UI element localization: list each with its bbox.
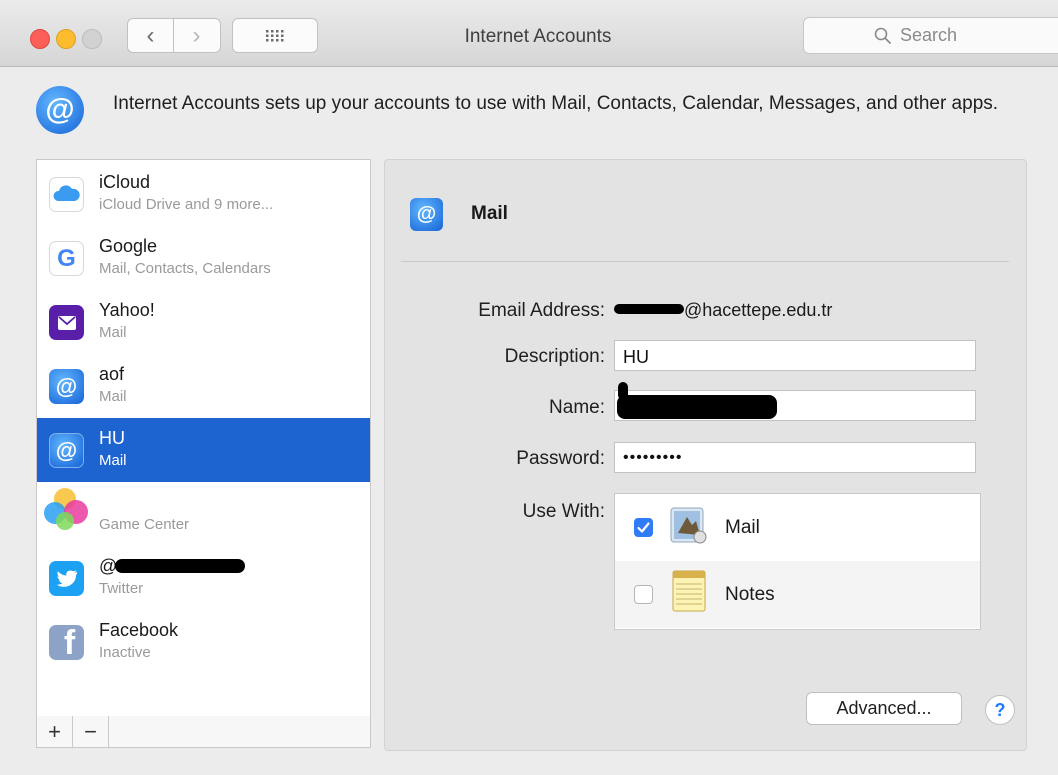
back-button[interactable]: ‹ bbox=[128, 19, 174, 52]
detail-title: Mail bbox=[471, 203, 508, 224]
grid-icon bbox=[266, 29, 284, 41]
advanced-button[interactable]: Advanced... bbox=[806, 692, 962, 725]
account-name: Yahoo! bbox=[99, 300, 155, 320]
at-mail-icon: @ bbox=[410, 198, 443, 231]
search-field[interactable]: Search bbox=[803, 17, 1058, 54]
search-placeholder: Search bbox=[900, 25, 958, 45]
account-item-twitter[interactable]: @ Twitter bbox=[37, 546, 370, 610]
email-address-label: Email Address: bbox=[478, 300, 605, 321]
internet-accounts-icon: @ bbox=[36, 86, 84, 134]
account-subtitle: Game Center bbox=[99, 516, 190, 533]
divider bbox=[401, 261, 1009, 262]
name-label: Name: bbox=[549, 397, 605, 418]
search-icon bbox=[874, 27, 891, 44]
close-window-button[interactable] bbox=[30, 29, 50, 49]
help-button[interactable]: ? bbox=[985, 695, 1015, 725]
account-name: aof bbox=[99, 364, 125, 384]
forward-button[interactable]: › bbox=[174, 19, 219, 52]
use-with-row-mail[interactable]: Mail bbox=[615, 494, 980, 561]
chevron-right-icon: › bbox=[192, 21, 201, 49]
show-all-button[interactable] bbox=[232, 18, 318, 53]
account-subtitle: Inactive bbox=[99, 644, 151, 661]
chevron-left-icon: ‹ bbox=[146, 21, 155, 49]
zoom-window-button[interactable] bbox=[82, 29, 102, 49]
mail-checkbox[interactable] bbox=[634, 518, 653, 537]
google-icon: G bbox=[49, 241, 84, 276]
notes-app-icon bbox=[672, 570, 706, 612]
twitter-icon bbox=[49, 561, 84, 596]
account-name: iCloud bbox=[99, 172, 151, 192]
list-actions-bar: + − bbox=[36, 716, 371, 748]
account-subtitle: Mail bbox=[99, 452, 127, 469]
password-label: Password: bbox=[516, 448, 605, 469]
account-item-aof[interactable]: @ aof Mail bbox=[37, 354, 370, 418]
notes-app-label: Notes bbox=[725, 584, 775, 605]
use-with-row-notes[interactable]: Notes bbox=[615, 561, 980, 628]
accounts-list: iCloud iCloud Drive and 9 more... G Goog… bbox=[36, 159, 371, 718]
account-subtitle: Mail bbox=[99, 324, 127, 341]
add-account-button[interactable]: + bbox=[37, 716, 73, 747]
at-mail-icon: @ bbox=[49, 433, 84, 468]
description-label: Description: bbox=[504, 346, 605, 367]
account-subtitle: Mail, Contacts, Calendars bbox=[99, 260, 271, 277]
account-item-google[interactable]: G Google Mail, Contacts, Calendars bbox=[37, 226, 370, 290]
account-item-game-center[interactable]: Game Center bbox=[37, 482, 370, 546]
account-item-icloud[interactable]: iCloud iCloud Drive and 9 more... bbox=[37, 162, 370, 226]
account-subtitle: Mail bbox=[99, 388, 127, 405]
yahoo-mail-icon bbox=[49, 305, 84, 340]
checkmark-icon bbox=[637, 522, 650, 533]
remove-account-button[interactable]: − bbox=[73, 716, 109, 747]
navigation-buttons: ‹ › bbox=[127, 18, 221, 53]
header-description: Internet Accounts sets up your accounts … bbox=[113, 93, 999, 114]
at-mail-icon: @ bbox=[49, 369, 84, 404]
account-name: Google bbox=[99, 236, 158, 256]
minimize-window-button[interactable] bbox=[56, 29, 76, 49]
use-with-label: Use With: bbox=[522, 501, 605, 522]
mail-app-label: Mail bbox=[725, 517, 760, 538]
facebook-icon: f bbox=[49, 625, 84, 660]
account-item-yahoo[interactable]: Yahoo! Mail bbox=[37, 290, 370, 354]
icloud-icon bbox=[49, 177, 84, 212]
password-field[interactable]: ••••••••• bbox=[614, 442, 976, 473]
account-detail-pane: @ Mail Email Address: @hacettepe.edu.tr … bbox=[384, 159, 1027, 751]
redacted-name bbox=[617, 395, 777, 419]
game-center-icon bbox=[44, 488, 90, 534]
window-title: Internet Accounts bbox=[464, 26, 612, 47]
redacted-username bbox=[614, 304, 684, 314]
description-field[interactable]: HU bbox=[614, 340, 976, 371]
account-item-facebook[interactable]: f Facebook Inactive bbox=[37, 610, 370, 674]
account-subtitle: iCloud Drive and 9 more... bbox=[99, 196, 274, 213]
redacted-handle bbox=[115, 559, 245, 573]
account-item-hu[interactable]: @ HU Mail bbox=[37, 418, 370, 482]
account-subtitle: Twitter bbox=[99, 580, 144, 597]
email-address-value: @hacettepe.edu.tr bbox=[684, 300, 833, 320]
email-address-row: @hacettepe.edu.tr bbox=[614, 300, 832, 321]
notes-checkbox[interactable] bbox=[634, 585, 653, 604]
use-with-list: Mail Notes bbox=[614, 493, 981, 630]
account-name: HU bbox=[99, 428, 125, 448]
title-bar: ‹ › Internet Accounts Search bbox=[0, 0, 1058, 67]
account-name: Facebook bbox=[99, 620, 179, 640]
mail-app-icon bbox=[668, 505, 708, 545]
